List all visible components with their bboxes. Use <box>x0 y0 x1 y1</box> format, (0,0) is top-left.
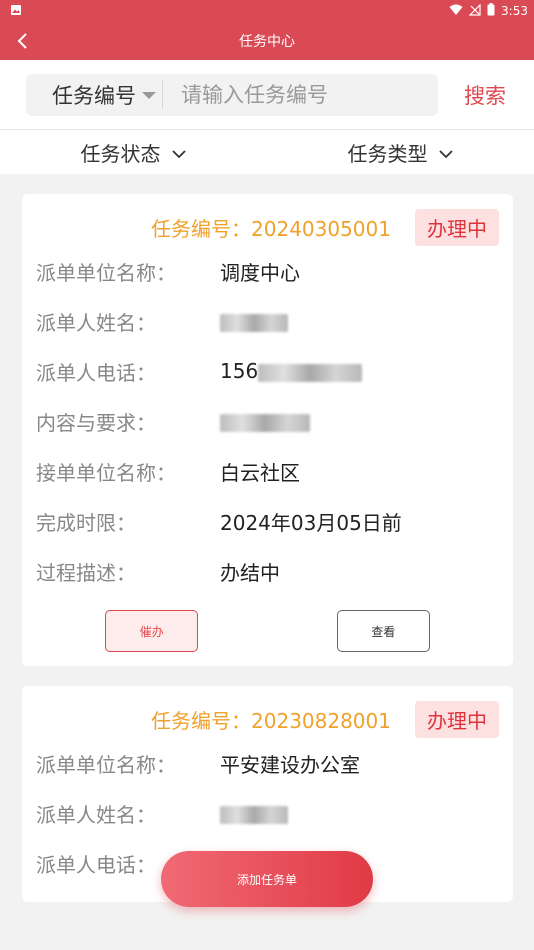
field-value: 156 <box>220 359 259 383</box>
search-type-label: 任务编号 <box>52 83 136 108</box>
detail-row: 完成时限： 2024年03月05日前 <box>36 496 499 546</box>
search-button[interactable]: 搜索 <box>464 80 506 110</box>
detail-row: 接单单位名称： 白云社区 <box>36 446 499 496</box>
filter-task-status[interactable]: 任务状态 <box>0 138 267 167</box>
filter-task-status-label: 任务状态 <box>80 141 161 166</box>
status-bar: 3:53 <box>0 0 534 22</box>
card-actions: 催办 查看 <box>36 596 499 652</box>
task-list: 任务编号：20240305001 办理中 派单单位名称： 调度中心 派单人姓名：… <box>22 194 513 922</box>
no-signal-icon <box>468 3 481 19</box>
app-bar: 任务中心 <box>0 22 534 60</box>
chevron-down-icon <box>171 140 187 164</box>
view-button[interactable]: 查看 <box>336 610 430 652</box>
field-label: 内容与要求： <box>36 410 156 435</box>
detail-row: 内容与要求： <box>36 396 499 446</box>
status-badge: 办理中 <box>415 700 499 738</box>
status-badge: 办理中 <box>415 208 499 246</box>
redacted-text <box>220 313 288 332</box>
filter-task-type[interactable]: 任务类型 <box>267 138 534 167</box>
filter-task-type-label: 任务类型 <box>347 141 428 166</box>
task-number: 任务编号：20240305001 <box>151 216 391 241</box>
search-bar: 任务编号 搜索 <box>0 60 534 130</box>
wifi-icon <box>449 4 463 19</box>
detail-row: 派单人姓名： <box>36 296 499 346</box>
status-time: 3:53 <box>501 4 528 18</box>
search-box: 任务编号 <box>26 73 438 116</box>
field-label: 完成时限： <box>36 510 136 535</box>
search-input[interactable] <box>181 82 411 107</box>
field-value: 平安建设办公室 <box>220 752 360 777</box>
detail-row: 过程描述： 办结中 <box>36 546 499 596</box>
search-type-dropdown[interactable]: 任务编号 <box>26 74 156 116</box>
divider <box>162 80 163 109</box>
detail-row: 派单人电话： 156 <box>36 346 499 396</box>
redacted-text <box>258 363 363 382</box>
field-value: 白云社区 <box>220 460 300 485</box>
page-title: 任务中心 <box>239 34 295 50</box>
filter-bar: 任务状态 任务类型 <box>0 130 534 174</box>
redacted-text <box>220 805 288 824</box>
detail-row: 派单单位名称： 调度中心 <box>36 246 499 296</box>
image-notification-icon <box>10 4 22 19</box>
field-label: 派单单位名称： <box>36 260 176 285</box>
field-label: 接单单位名称： <box>36 460 176 485</box>
field-value: 办结中 <box>220 560 280 585</box>
detail-row: 派单单位名称： 平安建设办公室 <box>36 738 499 788</box>
field-label: 派单人电话： <box>36 360 156 385</box>
chevron-down-icon <box>438 140 454 164</box>
battery-icon <box>487 3 495 19</box>
field-value: 调度中心 <box>220 260 300 285</box>
detail-row: 派单人姓名： <box>36 788 499 838</box>
task-card[interactable]: 任务编号：20240305001 办理中 派单单位名称： 调度中心 派单人姓名：… <box>22 194 513 666</box>
add-task-button[interactable]: 添加任务单 <box>161 851 373 907</box>
field-label: 过程描述： <box>36 560 136 585</box>
back-arrow-icon[interactable] <box>8 27 36 55</box>
field-label: 派单单位名称： <box>36 752 176 777</box>
triangle-down-icon <box>142 92 156 99</box>
redacted-text <box>220 413 310 432</box>
field-value: 2024年03月05日前 <box>220 510 402 535</box>
urge-button[interactable]: 催办 <box>105 610 199 652</box>
field-label: 派单人姓名： <box>36 310 156 335</box>
field-label: 派单人姓名： <box>36 802 156 827</box>
task-number: 任务编号：20230828001 <box>151 708 391 733</box>
